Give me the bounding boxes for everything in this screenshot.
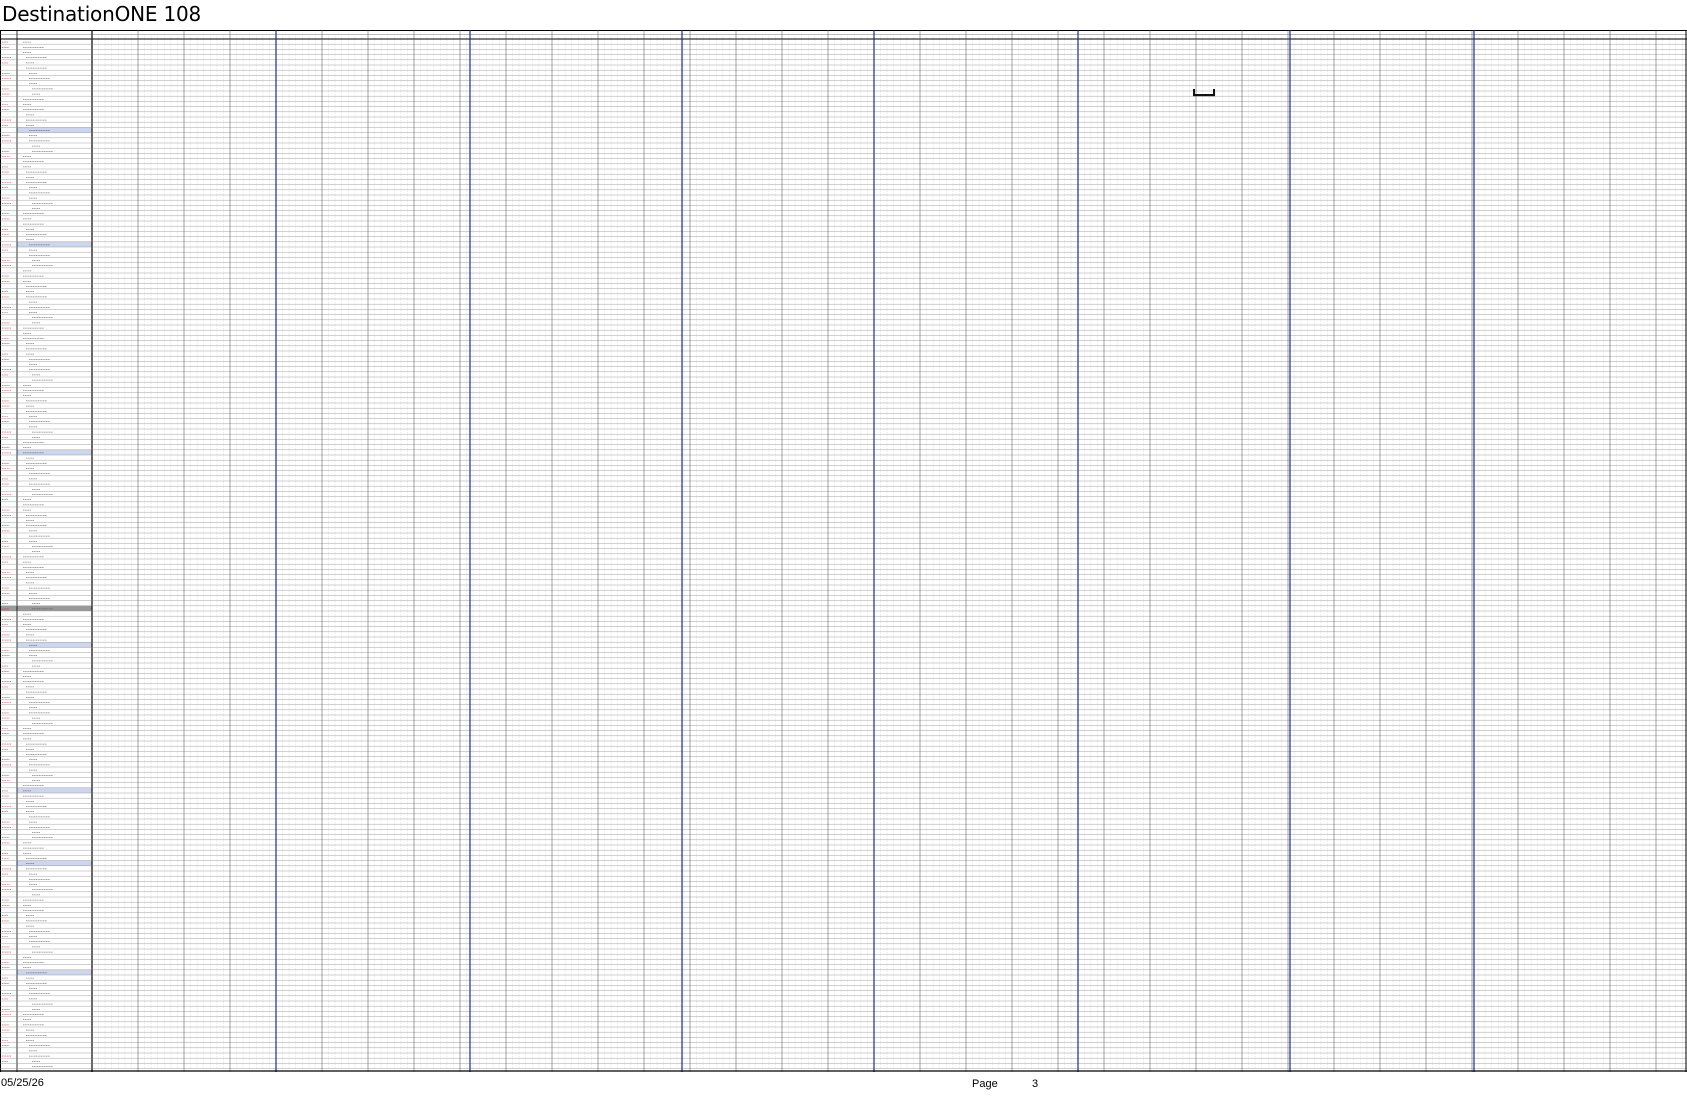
milestone-start (1193, 89, 1195, 95)
group-band-3 (17, 642, 92, 648)
gantt-grid (0, 30, 1687, 1072)
document-title: DestinationONE 108 (2, 2, 202, 26)
group-band-6 (17, 969, 92, 975)
milestone-bar (1193, 94, 1215, 97)
grid-background (0, 30, 1687, 1072)
footer-date: 05/25/26 (1, 1077, 44, 1089)
group-band-1 (17, 241, 92, 247)
group-band-2 (17, 449, 92, 455)
footer-page-label: Page (972, 1078, 998, 1090)
milestone-end (1213, 89, 1215, 95)
footer-page-number: 3 (1032, 1078, 1039, 1090)
gray-band-0 (0, 605, 92, 611)
group-band-5 (17, 860, 92, 866)
group-band-4 (17, 787, 92, 793)
group-band-0 (17, 127, 92, 133)
